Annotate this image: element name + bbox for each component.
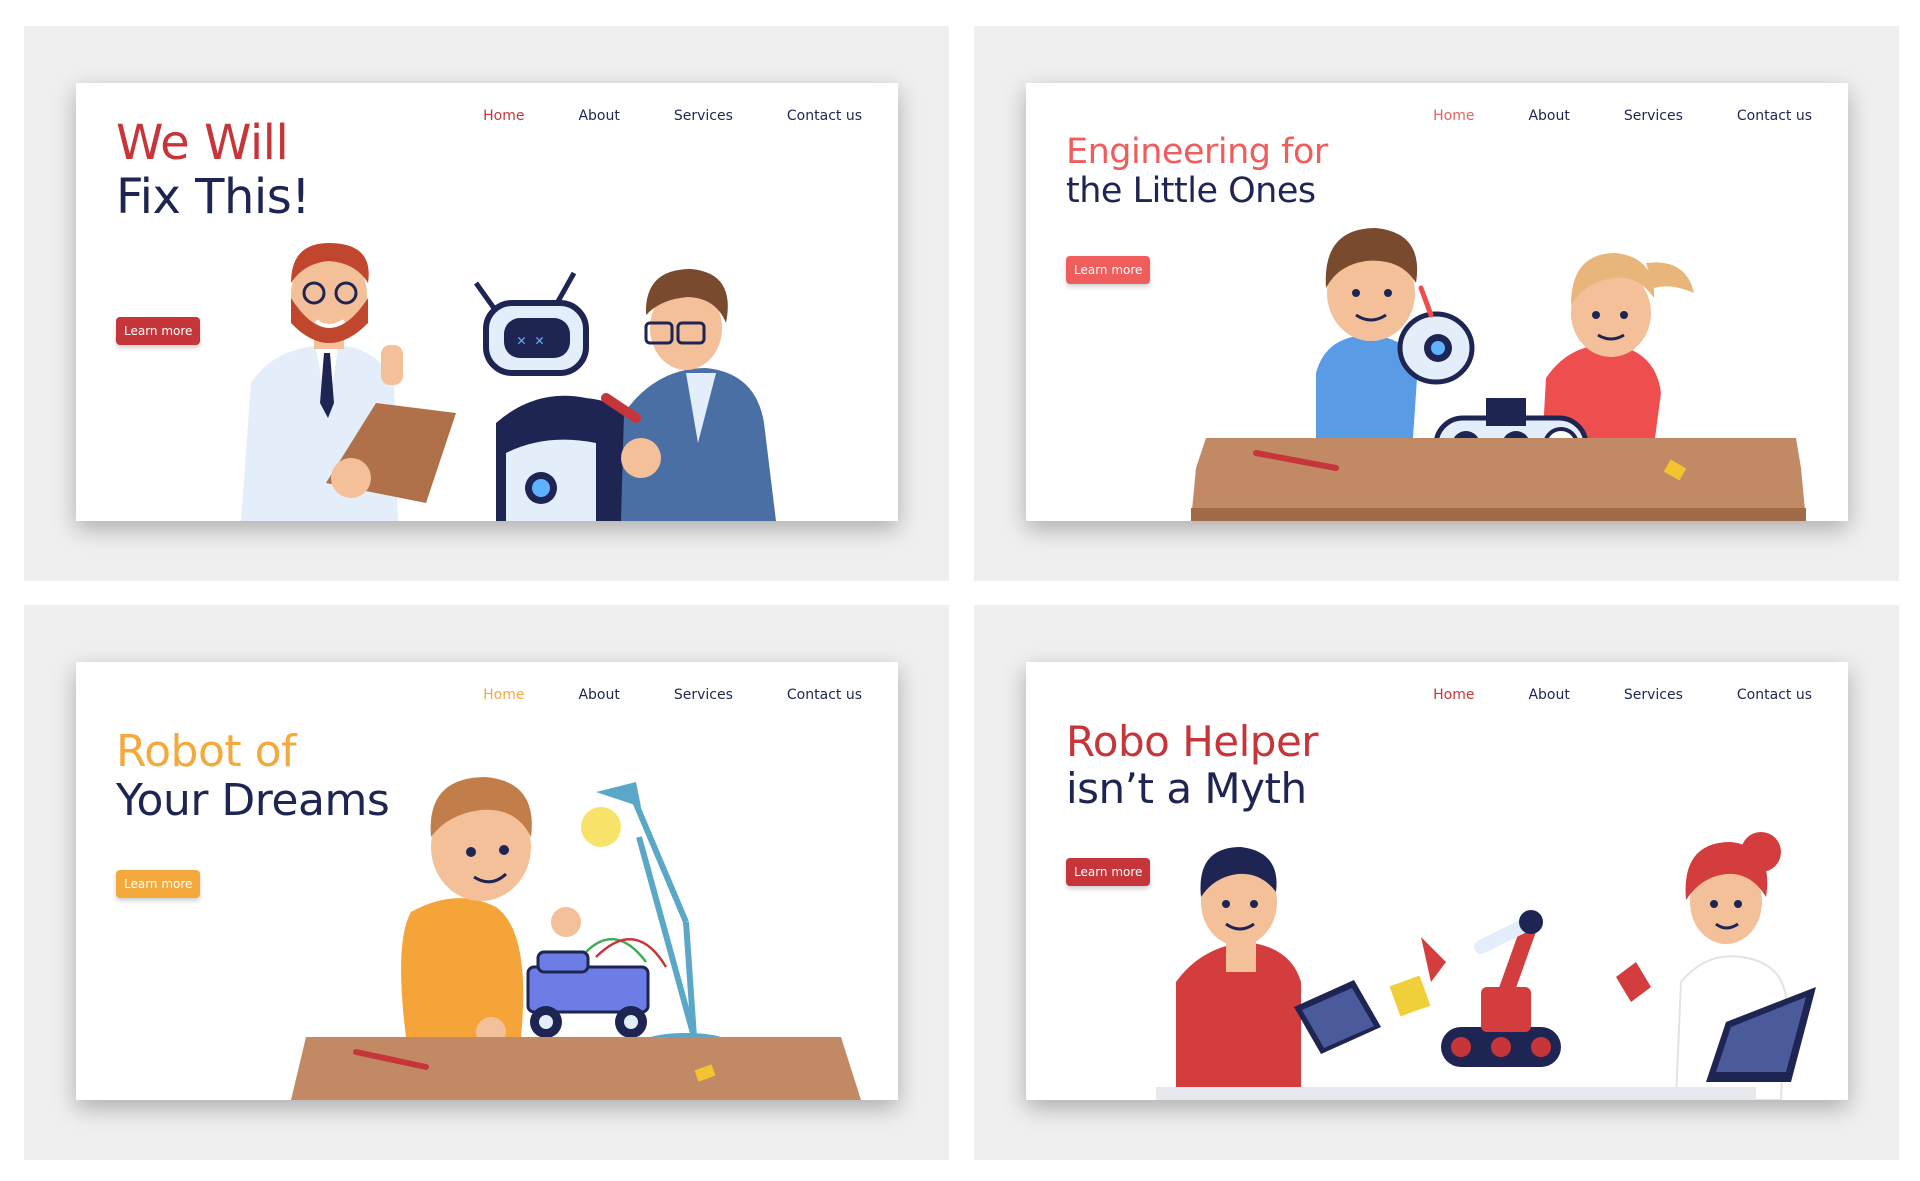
svg-text:✕ ✕: ✕ ✕ (517, 331, 544, 349)
landing-panel-helper: Home About Services Contact us Robo Help… (974, 605, 1899, 1160)
boy-robot-car-illustration (291, 777, 861, 1100)
landing-panel-fix: Home About Services Contact us We Will F… (24, 26, 949, 581)
robo-arm-illustration (1156, 832, 1816, 1100)
landing-panel-engineering: Home About Services Contact us Engineeri… (974, 26, 1899, 581)
robot-car (526, 937, 668, 1038)
landing-card: Home About Services Contact us Engineeri… (1026, 83, 1848, 521)
desk (291, 1037, 861, 1100)
man-figure (1176, 847, 1301, 1100)
robotic-arm (1389, 910, 1561, 1067)
landing-panel-dreams: Home About Services Contact us Robot of … (24, 605, 949, 1160)
landing-card: Home About Services Contact us Robot of … (76, 662, 898, 1100)
table-edge (1156, 1087, 1756, 1100)
kids-robot-illustration (1191, 228, 1806, 521)
scientist-figure (241, 243, 456, 521)
engineer-figure (601, 269, 776, 521)
scientist-robot-illustration: ✕ ✕ (241, 243, 776, 521)
landing-card: Home About Services Contact us Robo Help… (1026, 662, 1848, 1100)
landing-card: Home About Services Contact us We Will F… (76, 83, 898, 521)
